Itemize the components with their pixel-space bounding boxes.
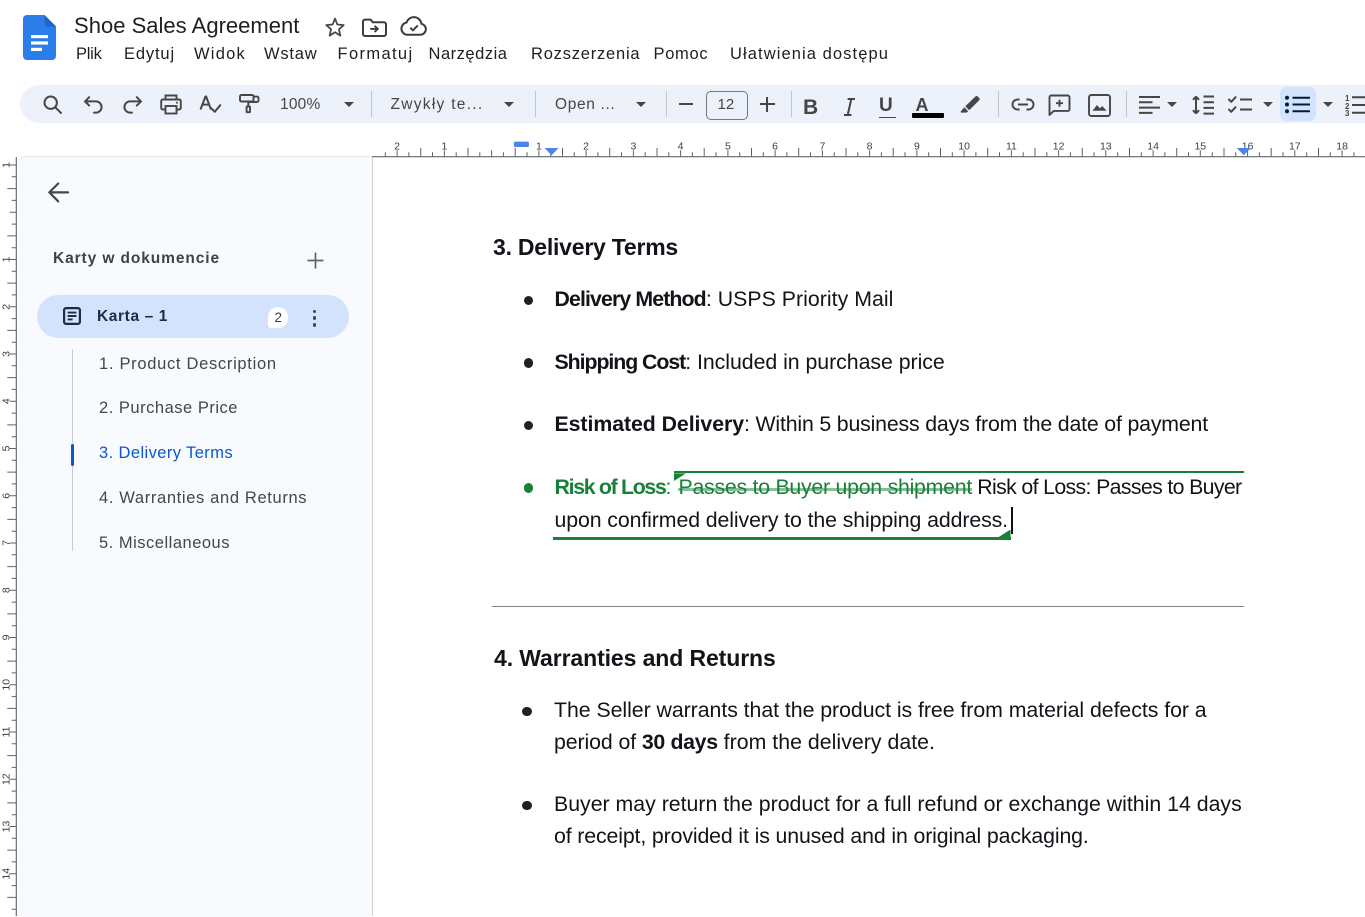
svg-text:1: 1 xyxy=(441,141,447,153)
svg-text:11: 11 xyxy=(1006,141,1017,153)
svg-text:14: 14 xyxy=(1147,141,1159,153)
svg-text:10: 10 xyxy=(1,679,13,691)
svg-text:8: 8 xyxy=(867,141,873,153)
svg-text:10: 10 xyxy=(958,141,970,153)
svg-text:7: 7 xyxy=(1,540,13,546)
svg-text:3: 3 xyxy=(1345,109,1350,118)
svg-text:12: 12 xyxy=(1053,141,1065,153)
svg-text:1: 1 xyxy=(1,162,13,168)
svg-text:7: 7 xyxy=(819,141,825,153)
svg-text:2: 2 xyxy=(583,141,589,153)
svg-text:1: 1 xyxy=(1,256,13,262)
svg-text:11: 11 xyxy=(1,726,13,737)
svg-text:6: 6 xyxy=(772,141,778,153)
svg-text:9: 9 xyxy=(914,141,920,153)
svg-text:3: 3 xyxy=(630,141,636,153)
svg-text:8: 8 xyxy=(1,587,13,593)
svg-text:15: 15 xyxy=(1194,141,1206,153)
svg-text:17: 17 xyxy=(1289,141,1301,153)
svg-text:5: 5 xyxy=(1,445,13,451)
svg-text:9: 9 xyxy=(1,634,13,640)
svg-text:3: 3 xyxy=(1,351,13,357)
svg-text:2: 2 xyxy=(394,141,400,153)
svg-text:13: 13 xyxy=(1,821,13,833)
svg-text:5: 5 xyxy=(725,141,731,153)
svg-text:12: 12 xyxy=(1,773,13,785)
svg-text:4: 4 xyxy=(1,398,13,404)
svg-text:6: 6 xyxy=(1,493,13,499)
svg-text:18: 18 xyxy=(1336,141,1348,153)
svg-text:13: 13 xyxy=(1100,141,1112,153)
svg-text:14: 14 xyxy=(1,868,13,880)
svg-text:1: 1 xyxy=(536,141,542,153)
svg-text:2: 2 xyxy=(1,304,13,310)
svg-text:4: 4 xyxy=(678,141,684,153)
